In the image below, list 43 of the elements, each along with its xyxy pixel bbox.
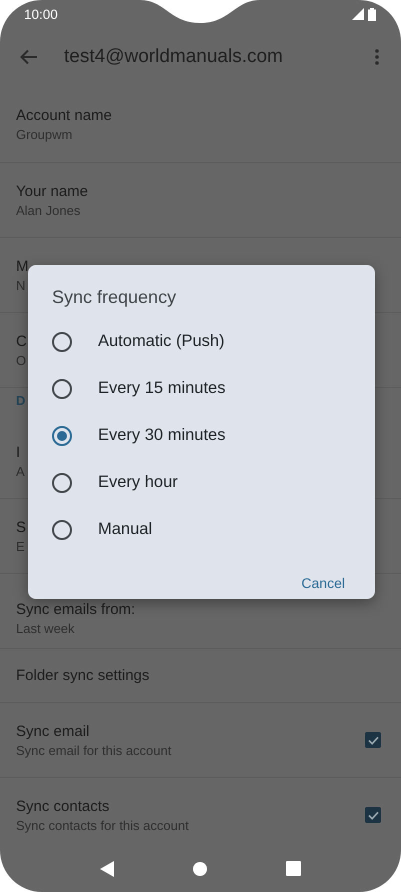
- radio-button[interactable]: [52, 378, 72, 398]
- status-time: 10:00: [24, 6, 58, 22]
- option-label[interactable]: Every hour: [98, 473, 178, 492]
- back-nav-icon[interactable]: [100, 860, 114, 876]
- setting-title: S: [16, 518, 26, 536]
- setting-title: Sync contacts: [16, 798, 110, 814]
- radio-button[interactable]: [52, 472, 72, 492]
- setting-summary: Last week: [16, 621, 75, 636]
- checkbox[interactable]: [365, 732, 381, 748]
- setting-title: C: [16, 332, 27, 350]
- checkmark-icon: [368, 810, 378, 820]
- radio-button[interactable]: [52, 426, 72, 446]
- setting-summary: Sync email for this account: [16, 742, 172, 758]
- setting-title: Account name: [16, 106, 112, 124]
- back-arrow-icon: [20, 49, 38, 65]
- option-label[interactable]: Every 30 minutes: [98, 426, 226, 445]
- battery-icon: [368, 8, 376, 20]
- cancel-button[interactable]: Cancel: [291, 569, 355, 597]
- setting-summary: Sync contacts for this account: [16, 818, 189, 832]
- home-nav-icon[interactable]: [192, 862, 207, 876]
- account-title: test4@worldmanuals.com: [64, 46, 284, 68]
- setting-title: Sync emails from:: [16, 601, 136, 618]
- dialog-title: Sync frequency: [52, 287, 178, 308]
- checkmark-icon: [368, 736, 378, 744]
- radio-button[interactable]: [52, 520, 72, 540]
- setting-summary: A: [16, 464, 25, 478]
- checkbox[interactable]: [365, 807, 381, 823]
- setting-title: Your name: [16, 182, 88, 200]
- setting-summary: O: [16, 352, 26, 368]
- setting-summary: Alan Jones: [16, 202, 80, 218]
- radio-button[interactable]: [52, 332, 72, 352]
- option-label[interactable]: Manual: [98, 520, 152, 539]
- setting-summary: Groupwm: [16, 126, 72, 142]
- recents-nav-icon[interactable]: [286, 861, 302, 876]
- setting-title: M: [16, 258, 28, 274]
- option-label[interactable]: Automatic (Push): [98, 332, 225, 351]
- option-label[interactable]: Every 15 minutes: [98, 379, 226, 398]
- more-vertical-icon: [375, 49, 379, 65]
- section-header: D: [16, 393, 26, 408]
- setting-title: Folder sync settings: [16, 667, 150, 684]
- setting-title: Sync email: [16, 722, 90, 740]
- signal-icon: [352, 8, 364, 20]
- setting-title: I: [16, 444, 20, 460]
